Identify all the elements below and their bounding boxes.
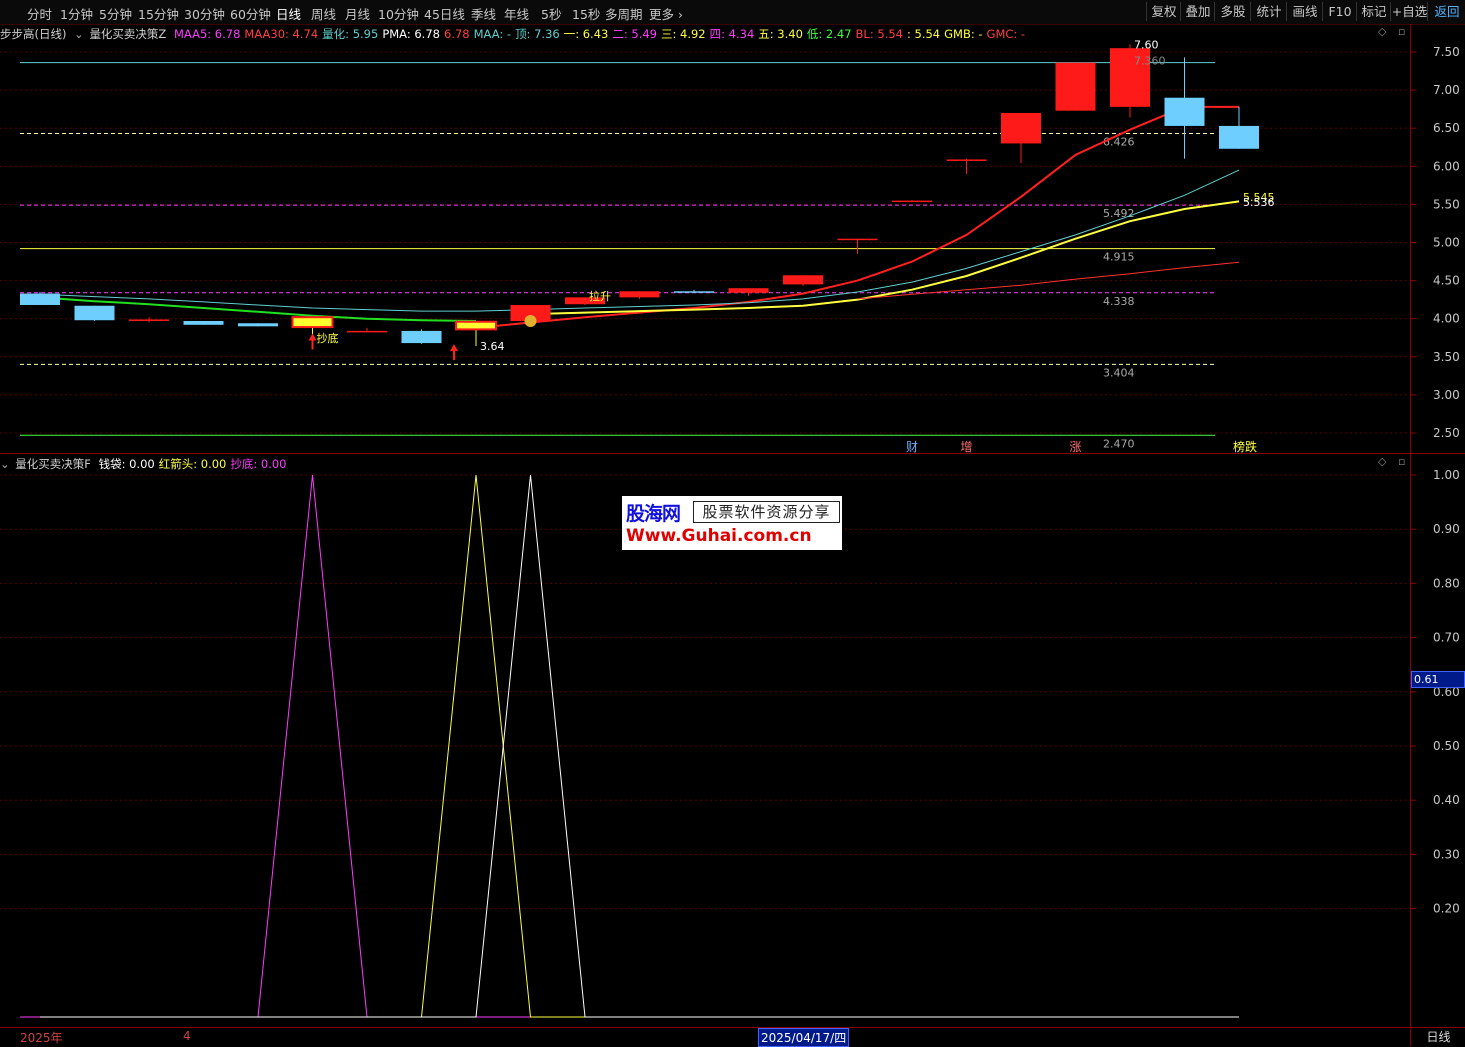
sub-tick-label-5: 0.70	[1433, 631, 1460, 645]
level-label-二: 5.492	[1103, 207, 1135, 220]
candle-body-0	[20, 293, 60, 305]
annotation-6: 5.536	[1243, 196, 1275, 209]
cursor-date-label: 2025/04/17/四	[758, 1028, 850, 1047]
main-tick-label-5: 5.00	[1433, 236, 1460, 250]
sub-series-抄底	[40, 474, 1239, 1018]
candle-body-3	[183, 320, 224, 325]
event-marker-2: 涨	[1070, 439, 1082, 454]
candle-body-18	[1001, 112, 1041, 144]
buy-arrow-head-1	[450, 344, 458, 352]
candle-body-11	[619, 291, 660, 298]
sub-series-红箭头	[40, 474, 1239, 1018]
annotation-2: 7.60	[1134, 38, 1159, 51]
event-marker-3: 榜跌	[1233, 439, 1257, 454]
candle-body-19	[1055, 62, 1096, 111]
sub-tick-label-8: 1.00	[1433, 468, 1460, 482]
watermark-url: Www.Guhai.com.cn	[626, 526, 812, 546]
annotation-0: 抄底	[317, 331, 339, 345]
candle-body-14	[783, 275, 823, 285]
main-tick-label-2: 3.50	[1433, 350, 1460, 364]
level-label-三: 4.915	[1103, 251, 1135, 264]
month-label: 4	[183, 1029, 191, 1043]
watermark-brand: 股海网	[626, 503, 681, 525]
candle-body-13	[728, 288, 769, 293]
main-tick-label-3: 4.00	[1433, 312, 1460, 326]
sub-tick-label-3: 0.50	[1433, 739, 1460, 753]
candle-body-1	[74, 305, 115, 321]
main-tick-label-6: 5.50	[1433, 197, 1460, 211]
period-label[interactable]: 日线	[1410, 1028, 1465, 1046]
candle-body-6	[347, 330, 387, 333]
ma-line-量化	[39, 169, 1240, 312]
year-label: 2025年	[20, 1031, 63, 1045]
level-label-五: 3.404	[1103, 366, 1135, 379]
event-marker-1: 增	[961, 440, 973, 454]
level-label-低: 2.470	[1103, 437, 1135, 450]
sub-tick-label-6: 0.80	[1433, 576, 1460, 590]
main-tick-label-7: 6.00	[1433, 159, 1460, 173]
main-tick-label-0: 2.50	[1433, 426, 1460, 440]
candle-body-2	[129, 319, 169, 321]
crosshair-value-tag: 0.61	[1411, 671, 1465, 688]
sub-tick-label-7: 0.90	[1433, 522, 1460, 536]
candle-body-16	[892, 200, 932, 203]
candle-body-5	[292, 317, 333, 328]
main-tick-label-9: 7.00	[1433, 83, 1460, 97]
candle-body-4	[238, 323, 278, 327]
level-label-四: 4.338	[1103, 295, 1135, 308]
watermark-tagline: 股票软件资源分享	[693, 501, 840, 523]
sub-tick-label-2: 0.40	[1433, 793, 1460, 807]
main-tick-label-1: 3.00	[1433, 388, 1460, 402]
sub-series-钱袋	[40, 474, 1239, 1018]
candle-body-8	[456, 321, 496, 330]
candle-body-15	[837, 238, 878, 241]
annotation-3: 7.360	[1134, 54, 1166, 67]
sub-tick-label-1: 0.30	[1433, 847, 1460, 861]
candle-body-22	[1219, 125, 1259, 149]
event-marker-0: 财	[906, 440, 918, 454]
annotation-1: 3.64	[480, 340, 505, 353]
main-tick-label-10: 7.50	[1433, 45, 1460, 59]
main-tick-label-8: 6.50	[1433, 121, 1460, 135]
candle-body-17	[946, 159, 987, 161]
sub-tick-label-0: 0.20	[1433, 902, 1460, 916]
buy-arrow-head-0	[308, 333, 317, 341]
main-tick-label-4: 4.50	[1433, 274, 1460, 288]
candle-body-7	[401, 330, 442, 344]
watermark: 股海网 股票软件资源分享 Www.Guhai.com.cn	[622, 496, 842, 550]
annotation-4: 拉升	[589, 289, 611, 303]
level-label-一: 6.426	[1103, 136, 1135, 149]
date-axis: 2025年 4 2025/04/17/四 日线	[0, 1027, 1465, 1047]
candle-body-21	[1164, 97, 1205, 126]
candle-body-12	[674, 291, 714, 293]
money-bag-icon	[524, 314, 537, 327]
